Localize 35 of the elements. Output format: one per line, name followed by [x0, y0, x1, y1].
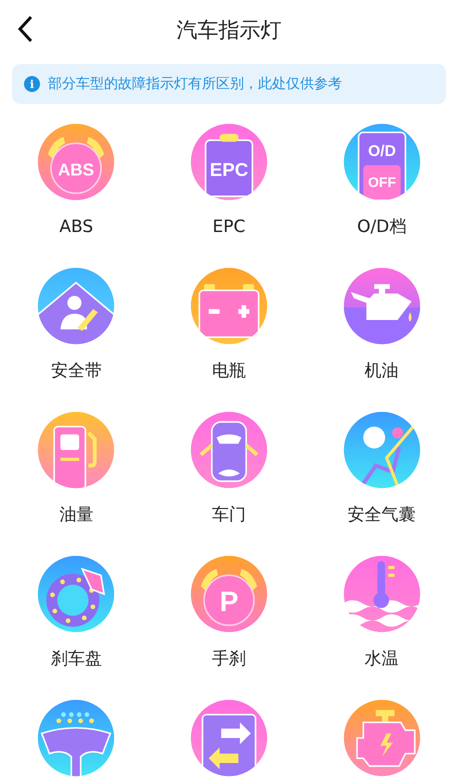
info-icon: i [24, 76, 40, 92]
washer-icon [38, 700, 115, 776]
indicator-label[interactable]: 安全气囊 [348, 504, 416, 526]
turn-icon [190, 700, 268, 776]
airbag-icon [343, 412, 420, 488]
indicator-label[interactable]: EPC [212, 216, 246, 238]
seatbelt-icon [38, 268, 115, 344]
od-icon [343, 124, 420, 200]
brake-icon [38, 556, 115, 632]
indicator-label[interactable]: ABS [59, 216, 94, 238]
icon-text: OFF [368, 174, 396, 190]
indicator-label[interactable]: 安全带 [50, 360, 102, 382]
notice-text: 部分车型的故障指示灯有所区别，此处仅供参考 [48, 75, 342, 93]
indicator-label[interactable]: 油量 [59, 504, 94, 526]
indicator-label[interactable]: O/D档 [357, 216, 406, 238]
icon-text: ABS [58, 159, 94, 180]
icon-text: O/D [368, 142, 396, 160]
page-title: 汽车指示灯 [176, 17, 282, 44]
indicator-label[interactable]: 手刹 [212, 648, 246, 670]
engine-icon [343, 700, 420, 776]
oil-icon [343, 268, 420, 344]
indicator-label[interactable]: 水温 [364, 648, 399, 670]
abs-icon [38, 124, 115, 200]
indicator-label[interactable]: 车门 [212, 504, 246, 526]
handbrake-icon [190, 556, 268, 632]
epc-icon [190, 124, 268, 200]
indicator-label[interactable]: 电瓶 [212, 360, 246, 382]
indicator-label[interactable]: 机油 [364, 360, 399, 382]
battery-icon [190, 268, 268, 344]
indicator-label[interactable]: 刹车盘 [50, 648, 102, 670]
temp-icon [343, 556, 420, 632]
fuel-icon [38, 412, 115, 488]
icon-text: EPC [210, 159, 248, 180]
door-icon [190, 412, 268, 488]
icon-text: P [220, 586, 238, 618]
